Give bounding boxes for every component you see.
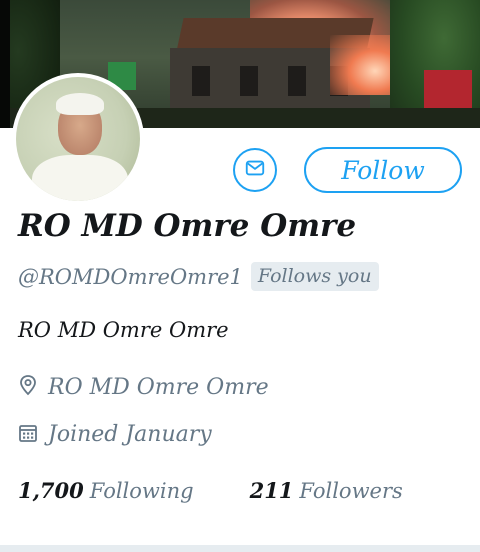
banner-window <box>192 66 210 96</box>
location-row: RO MD Omre Omre <box>18 374 269 400</box>
following-label: Following <box>89 479 194 503</box>
username-handle: @ROMDOmreOmre1 <box>18 264 243 289</box>
follow-button[interactable]: Follow <box>304 147 462 193</box>
joined-text: Joined January <box>48 422 212 447</box>
followers-link[interactable]: 211 Followers <box>250 478 403 503</box>
banner-window <box>240 66 258 96</box>
avatar-cap <box>56 93 104 115</box>
followers-count: 211 <box>249 478 294 503</box>
profile-bio: RO MD Omre Omre <box>18 318 229 342</box>
banner-edge <box>0 0 10 128</box>
location-pin-icon <box>18 374 38 400</box>
avatar[interactable] <box>12 73 144 205</box>
joined-row: Joined January <box>18 422 212 447</box>
message-button[interactable] <box>233 148 277 192</box>
follow-stats: 1,700 Following 211 Followers <box>18 478 403 503</box>
followers-label: Followers <box>299 479 403 503</box>
following-link[interactable]: 1,700 Following <box>18 478 194 503</box>
handle-row: @ROMDOmreOmre1 Follows you <box>18 262 379 291</box>
calendar-icon <box>18 423 38 447</box>
following-count: 1,700 <box>18 478 84 503</box>
mail-icon <box>244 157 266 183</box>
avatar-photo <box>16 77 140 201</box>
section-divider <box>0 545 480 552</box>
follows-you-badge: Follows you <box>250 262 379 291</box>
avatar-robe <box>32 155 128 201</box>
display-name: RO MD Omre Omre <box>18 208 357 244</box>
banner-window <box>288 66 306 96</box>
location-text[interactable]: RO MD Omre Omre <box>48 375 269 400</box>
